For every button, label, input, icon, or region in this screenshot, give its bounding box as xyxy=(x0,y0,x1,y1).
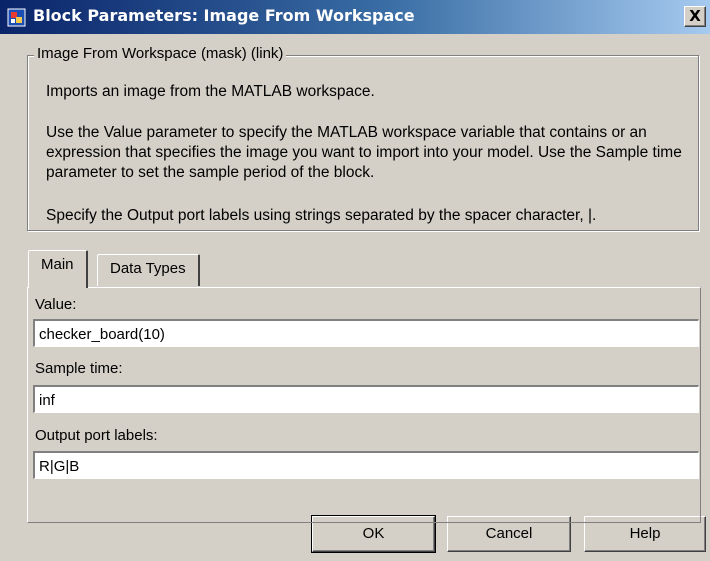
close-button[interactable]: X xyxy=(684,6,706,27)
mask-description-text: Specify the Output port labels using str… xyxy=(46,207,597,224)
tab-data-types[interactable]: Data Types xyxy=(97,254,200,286)
mask-title: Image From Workspace (mask) (link) xyxy=(34,45,287,62)
window-title: Block Parameters: Image From Workspace xyxy=(33,6,415,25)
tab-main[interactable]: Main xyxy=(28,250,88,288)
mask-description-text: Use the Value parameter to specify the M… xyxy=(46,124,682,181)
close-icon: X xyxy=(689,7,701,25)
tab-panel xyxy=(27,287,701,523)
mask-description-text: Imports an image from the MATLAB workspa… xyxy=(46,83,375,100)
simulink-block-icon xyxy=(7,8,26,27)
title-bar: Block Parameters: Image From Workspace X xyxy=(0,0,710,34)
